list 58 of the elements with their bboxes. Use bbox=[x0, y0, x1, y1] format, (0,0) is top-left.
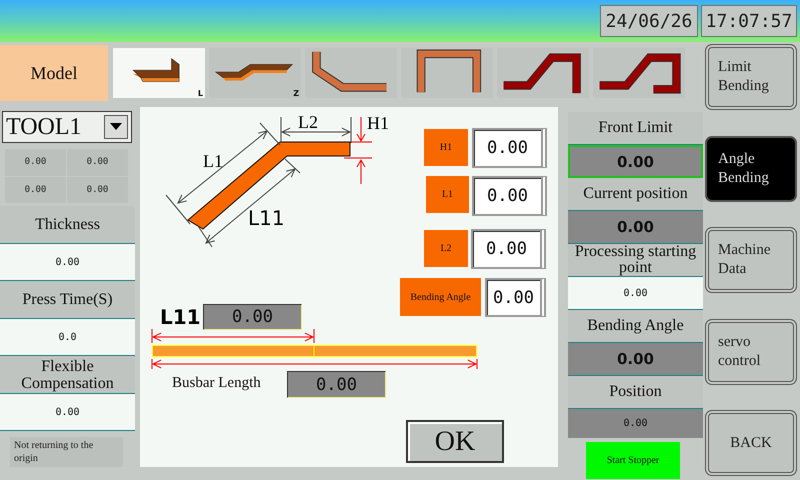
model-button[interactable] bbox=[305, 48, 397, 98]
parameter-label: Bending Angle bbox=[400, 278, 481, 316]
model-caption: L bbox=[198, 89, 203, 98]
value-field[interactable]: 0.00 bbox=[472, 128, 547, 168]
down-arrow-icon bbox=[356, 116, 366, 142]
start-stopper-button[interactable]: Start Stopper bbox=[586, 442, 680, 479]
model-button[interactable] bbox=[497, 48, 589, 98]
up-arrow-icon bbox=[356, 159, 366, 184]
value-display: 0.00 bbox=[203, 304, 302, 330]
reading-label: Bending Angle bbox=[568, 310, 703, 343]
value-display: 0.00 bbox=[287, 371, 386, 398]
parameter-label: L1 bbox=[426, 176, 469, 213]
tool-value: 0.00 bbox=[24, 184, 46, 195]
nav-button[interactable]: Machine Data bbox=[705, 227, 797, 293]
parameter-label: H1 bbox=[424, 129, 468, 166]
dimension-label: L11 bbox=[248, 206, 285, 230]
value-field[interactable]: 0.00 bbox=[472, 176, 547, 216]
reading-label: Processing starting point bbox=[568, 244, 703, 277]
model-button[interactable]: L bbox=[113, 48, 205, 98]
value-display: 0.00 bbox=[568, 343, 703, 376]
value-display: 0.00 bbox=[568, 409, 703, 438]
reading-label: Position bbox=[568, 376, 703, 409]
date-display: 24/06/26 bbox=[600, 5, 698, 37]
parameter-label: L2 bbox=[424, 230, 468, 267]
model-button[interactable] bbox=[401, 48, 493, 98]
model-caption: Z bbox=[293, 89, 299, 98]
busbar-length-label: Busbar Length bbox=[172, 374, 261, 392]
parameter-field[interactable]: 0.00 bbox=[0, 394, 135, 431]
dimension-label: H1 bbox=[367, 113, 389, 133]
tool-dropdown[interactable]: TOOL1 bbox=[2, 111, 132, 143]
nav-button[interactable]: Limit Bending bbox=[705, 44, 797, 110]
dimension-label: L2 bbox=[298, 112, 318, 132]
parameter-field[interactable]: 0.00 bbox=[0, 244, 135, 281]
origin-status-text: Not returning to the origin bbox=[10, 437, 123, 467]
value-field[interactable]: 0.00 bbox=[471, 229, 546, 269]
dimension-label: L11 bbox=[160, 304, 201, 330]
dimension-label: L1 bbox=[203, 151, 223, 171]
model-button[interactable]: Z bbox=[209, 48, 301, 98]
reading-label: Front Limit bbox=[568, 112, 703, 145]
model-label: Model bbox=[0, 45, 108, 101]
time-display: 17:07:57 bbox=[701, 5, 797, 37]
tool-value: 0.00 bbox=[24, 157, 46, 168]
nav-button[interactable]: BACK bbox=[705, 410, 797, 476]
reading-label: Current position bbox=[568, 178, 703, 211]
value-display: 0.00 bbox=[568, 211, 703, 244]
tool-value: 0.00 bbox=[86, 157, 108, 168]
ok-button[interactable]: OK bbox=[406, 420, 504, 463]
parameter-label: Thickness bbox=[0, 206, 135, 244]
parameter-label: Flexible Compensation bbox=[0, 356, 135, 394]
nav-button[interactable]: servo control bbox=[705, 318, 797, 384]
parameter-label: Press Time(S) bbox=[0, 281, 135, 319]
value-display: 0.00 bbox=[568, 145, 703, 178]
nav-button[interactable]: Angle Bending bbox=[705, 136, 797, 202]
value-field[interactable]: 0.00 bbox=[485, 278, 546, 317]
parameter-field[interactable]: 0.0 bbox=[0, 319, 135, 356]
model-button[interactable] bbox=[593, 48, 685, 98]
tool-value: 0.00 bbox=[86, 184, 108, 195]
value-field[interactable]: 0.00 bbox=[568, 277, 703, 310]
